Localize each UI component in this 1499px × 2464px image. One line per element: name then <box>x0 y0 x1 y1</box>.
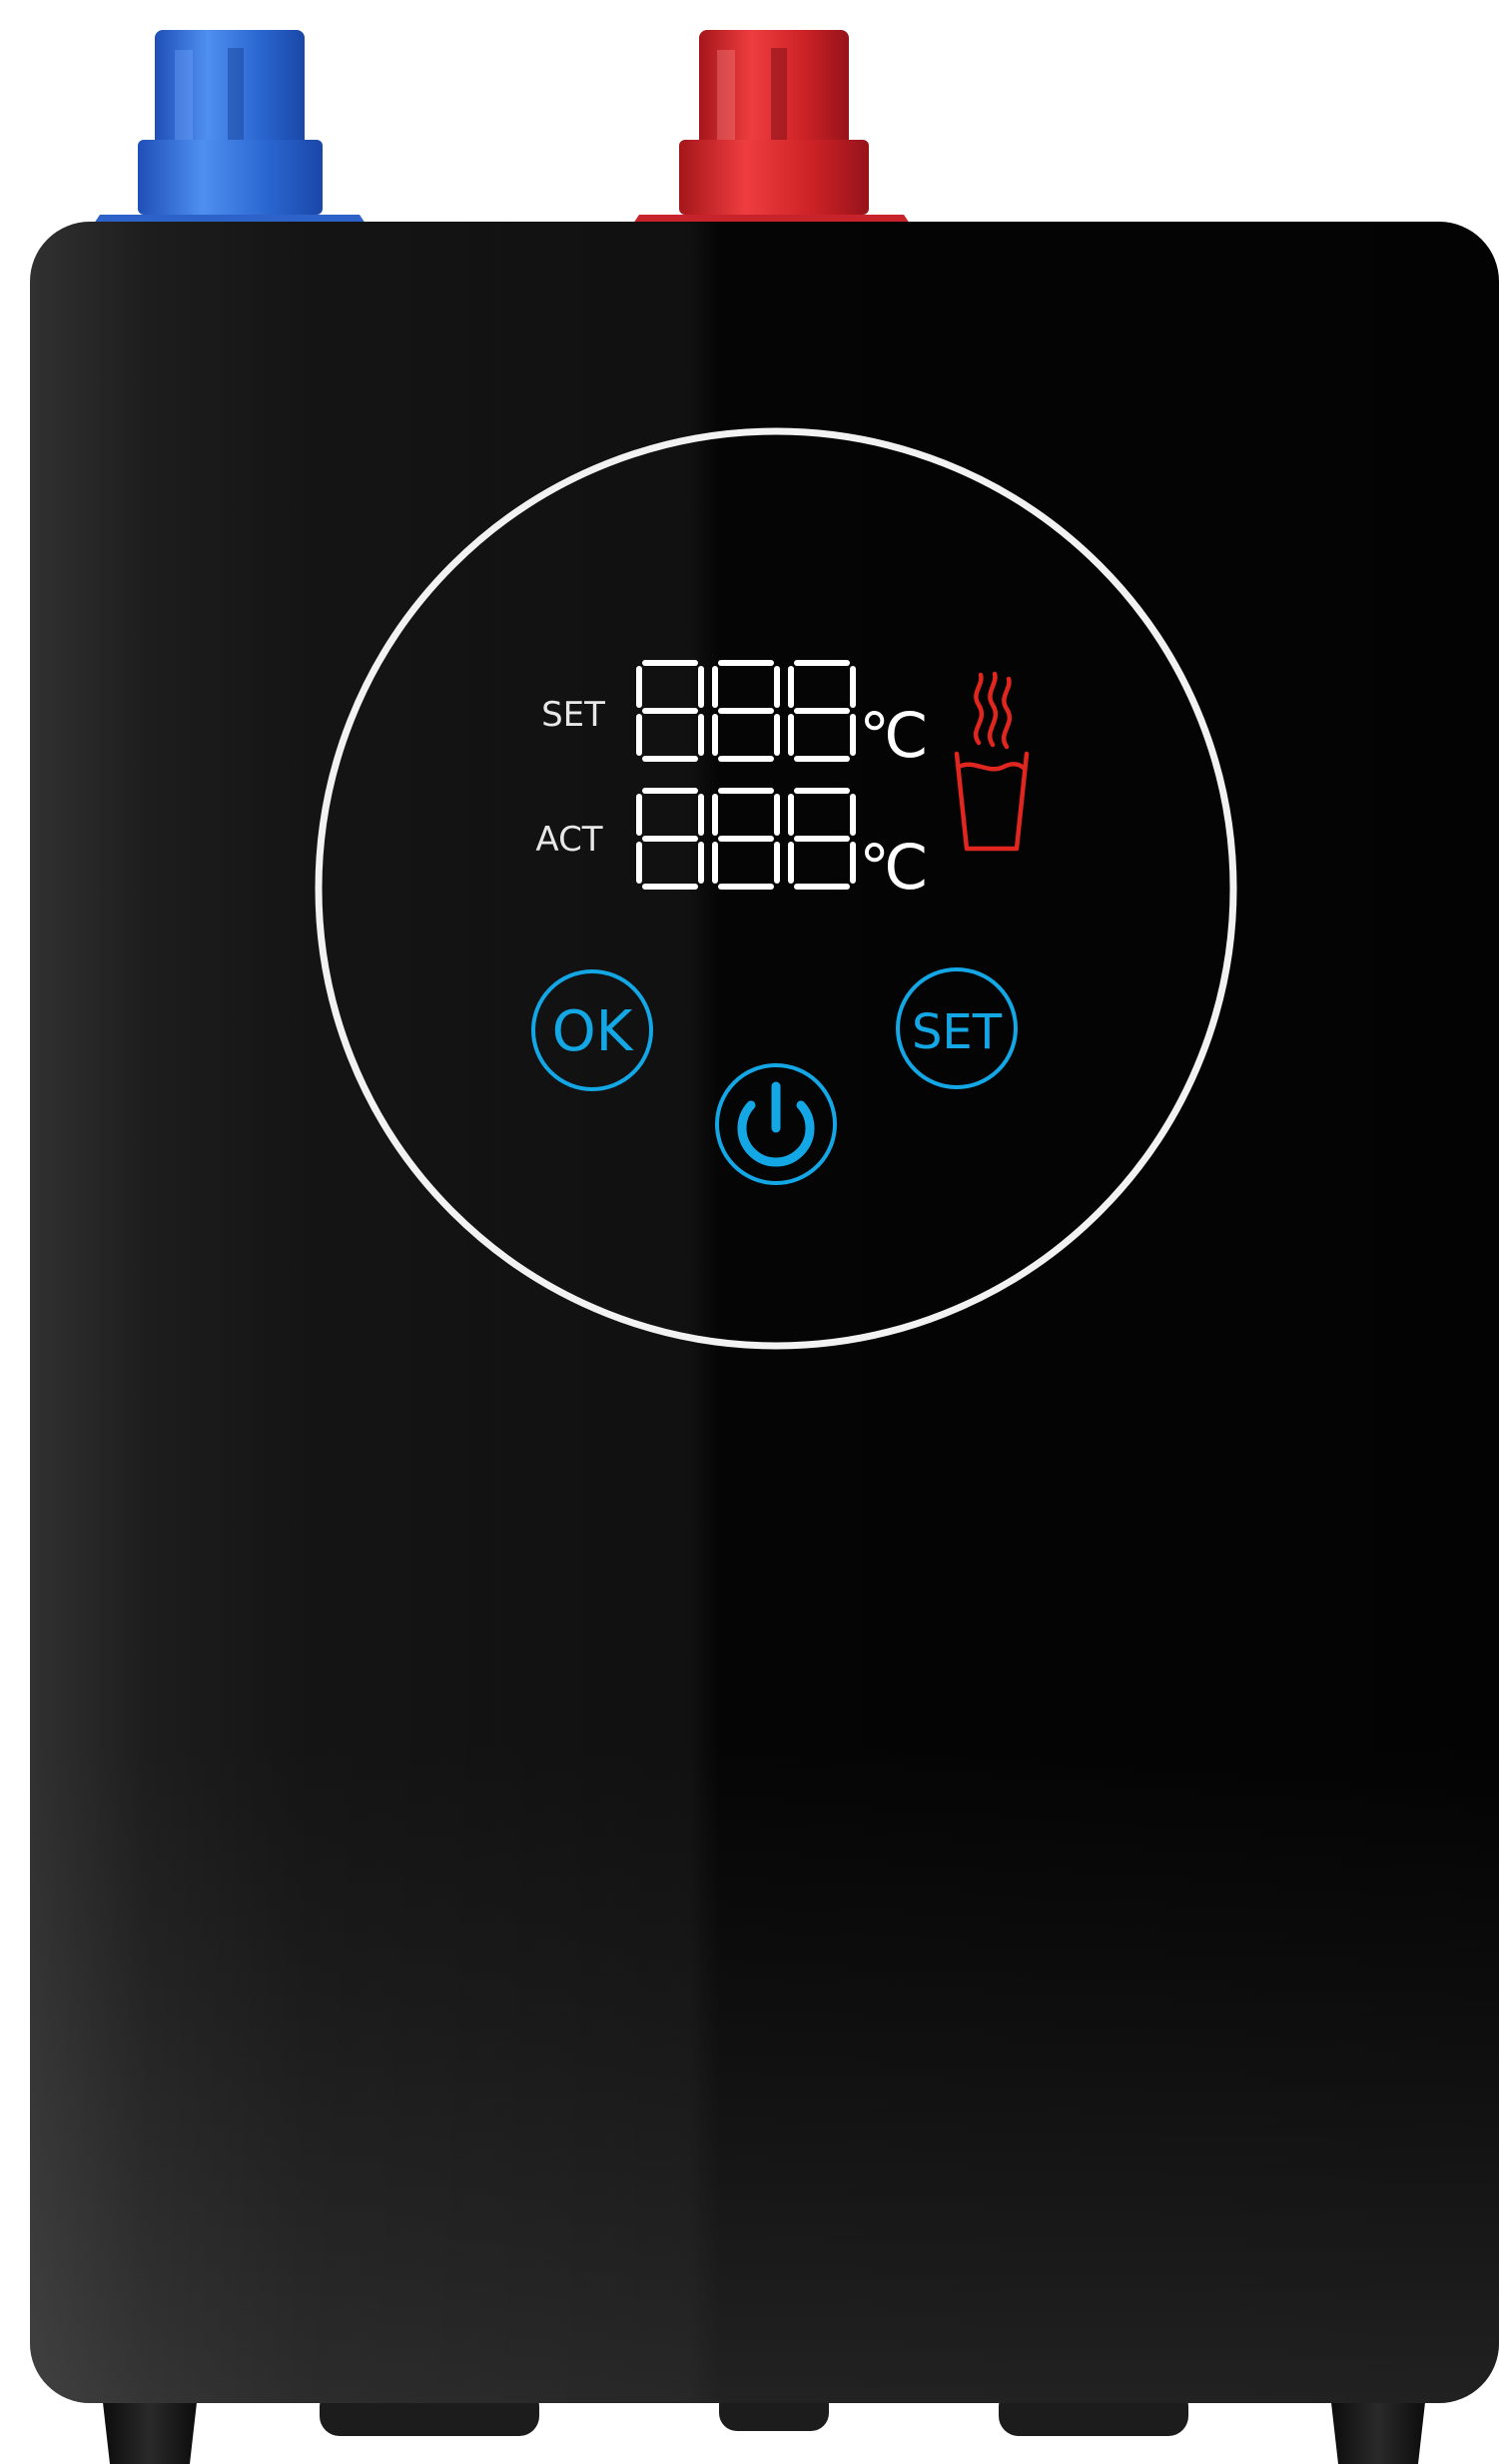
actual-temperature-unit: ℃ <box>859 831 929 904</box>
actual-temperature-label: ACT <box>535 820 602 860</box>
set-temperature-label: SET <box>541 695 605 735</box>
water-heater-product-image: SET ACT ℃ ℃ OK SET <box>30 30 1499 2464</box>
cold-water-fitting <box>90 30 370 230</box>
set-temperature-unit: ℃ <box>859 699 929 772</box>
device-body <box>30 222 1499 2403</box>
set-button-label: SET <box>912 1004 1003 1060</box>
hot-water-fitting <box>629 30 914 230</box>
ok-button-label: OK <box>552 999 634 1064</box>
